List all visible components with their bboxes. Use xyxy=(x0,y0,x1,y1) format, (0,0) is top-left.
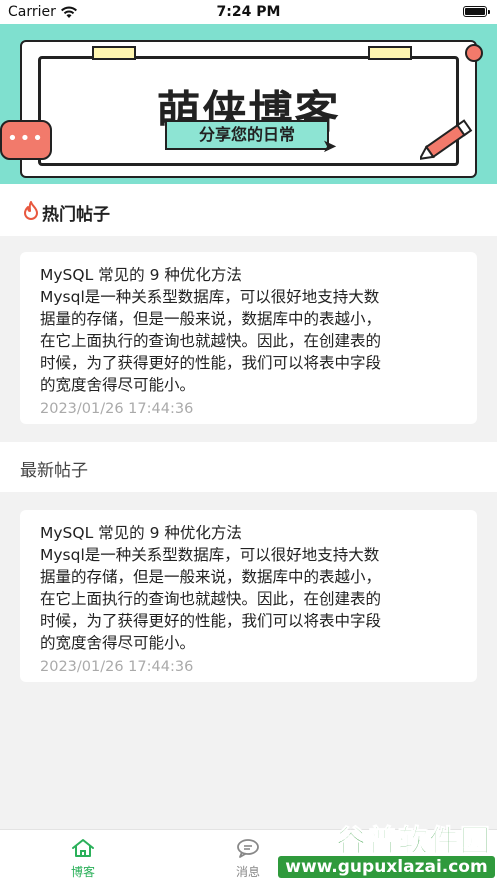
clip-right-icon xyxy=(368,46,412,60)
tab-blog[interactable]: 博客 xyxy=(21,830,145,884)
post-card[interactable]: MySQL 常见的 9 种优化方法 Mysql是一种关系型数据库，可以很好地支持… xyxy=(20,510,477,682)
post-excerpt: Mysql是一种关系型数据库，可以很好地支持大数 据量的存储，但是一般来说，数据… xyxy=(40,286,457,396)
status-bar: Carrier 7:24 PM xyxy=(0,0,497,24)
post-excerpt-line: 时候，为了获得更好的性能，我们可以将表中字段 xyxy=(40,612,382,630)
speech-bubble-icon: ••• xyxy=(0,120,52,160)
latest-posts-header: 最新帖子 xyxy=(0,442,497,492)
post-date: 2023/01/26 17:44:36 xyxy=(40,659,194,675)
watermark: 谷普软件园 www.gupuxlazai.com xyxy=(276,816,497,883)
post-excerpt-line: 的宽度舍得尽可能小。 xyxy=(40,634,196,652)
cursor-icon: ➤ xyxy=(322,136,338,157)
post-date: 2023/01/26 17:44:36 xyxy=(40,401,194,417)
post-card[interactable]: MySQL 常见的 9 种优化方法 Mysql是一种关系型数据库，可以很好地支持… xyxy=(20,252,477,424)
watermark-title: 谷普软件园 xyxy=(336,824,491,860)
post-excerpt-line: 时候，为了获得更好的性能，我们可以将表中字段 xyxy=(40,354,382,372)
post-excerpt: Mysql是一种关系型数据库，可以很好地支持大数 据量的存储，但是一般来说，数据… xyxy=(40,544,457,654)
post-excerpt-line: 在它上面执行的查询也就越快。因此，在创建表的 xyxy=(40,332,382,350)
home-icon xyxy=(72,839,94,857)
post-excerpt-line: 在它上面执行的查询也就越快。因此，在创建表的 xyxy=(40,590,382,608)
banner-board: 萌侠博客 xyxy=(20,40,477,178)
battery-icon xyxy=(463,6,490,17)
post-excerpt-line: Mysql是一种关系型数据库，可以很好地支持大数 xyxy=(40,546,380,564)
clock-time: 7:24 PM xyxy=(216,4,281,20)
post-excerpt-line: Mysql是一种关系型数据库，可以很好地支持大数 xyxy=(40,288,380,306)
post-excerpt-line: 的宽度舍得尽可能小。 xyxy=(40,376,196,394)
hot-posts-header: 热门帖子 xyxy=(0,184,497,236)
chat-icon xyxy=(237,839,259,858)
hot-posts-title: 热门帖子 xyxy=(42,205,110,225)
pencil-icon xyxy=(420,119,473,161)
tab-blog-label: 博客 xyxy=(70,865,95,879)
latest-posts-title: 最新帖子 xyxy=(20,461,88,481)
banner-subtitle: 分享您的日常 xyxy=(165,120,329,150)
post-excerpt-line: 据量的存储，但是一般来说，数据库中的表越小， xyxy=(40,568,382,586)
circle-decoration-icon xyxy=(465,44,483,62)
clip-left-icon xyxy=(92,46,136,60)
post-title: MySQL 常见的 9 种优化方法 xyxy=(40,524,242,542)
post-excerpt-line: 据量的存储，但是一般来说，数据库中的表越小， xyxy=(40,310,382,328)
bubble-dots: ••• xyxy=(7,128,45,149)
banner: 萌侠博客 分享您的日常 ••• ➤ xyxy=(0,24,497,184)
post-title: MySQL 常见的 9 种优化方法 xyxy=(40,266,242,284)
watermark-url: www.gupuxlazai.com xyxy=(278,856,495,878)
flame-icon xyxy=(24,201,38,220)
